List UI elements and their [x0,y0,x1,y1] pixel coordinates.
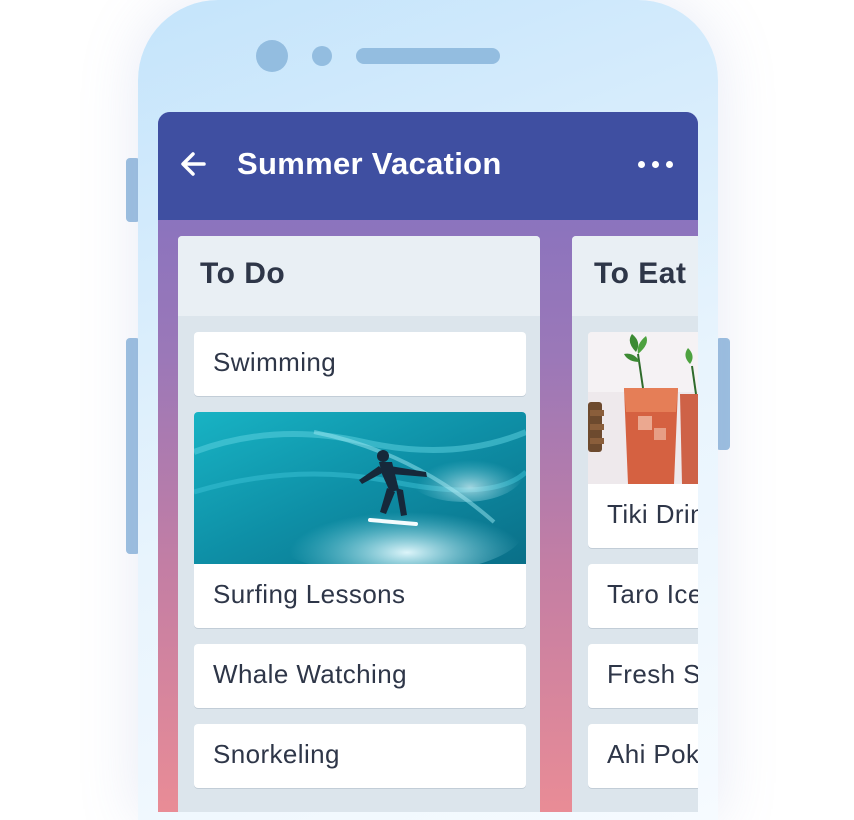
list-header: To Do [178,236,540,316]
list-header: To Eat [572,236,698,316]
phone-speaker [356,48,500,64]
card-snorkeling[interactable]: Snorkeling [194,724,526,788]
list-to-eat: To Eat Tiki Drin Taro Ice Fresh S Ahi Po… [572,236,698,812]
card-label: Swimming [213,347,337,377]
card-surfing-lessons[interactable]: Surfing Lessons [194,412,526,628]
card-label: Ahi Poke [607,739,698,769]
card-label: Whale Watching [213,659,407,689]
list-title: To Eat [594,257,687,290]
list-title: To Do [200,257,286,290]
card-ahi-poke[interactable]: Ahi Poke [588,724,698,788]
phone-camera [256,40,288,72]
board-screen: Summer Vacation To Do Swimming Surfing L… [158,112,698,812]
card-label: Taro Ice Cream [607,579,698,609]
card-label: Snorkeling [213,739,340,769]
card-label: Fresh Sushi [607,659,698,689]
card-swimming[interactable]: Swimming [194,332,526,396]
arrow-left-icon[interactable] [178,149,208,179]
board-header: Summer Vacation [158,112,698,220]
phone-power-button [716,338,730,450]
board-title: Summer Vacation [237,146,502,181]
card-whale-watching[interactable]: Whale Watching [194,644,526,708]
card-tiki-drinks[interactable]: Tiki Drinks [588,332,698,548]
more-horizontal-icon[interactable] [636,156,676,172]
surfer-photo [194,412,526,564]
card-fresh-sushi[interactable]: Fresh Sushi [588,644,698,708]
card-label: Tiki Drinks [607,499,698,529]
phone-sensor [312,46,332,66]
list-todo: To Do Swimming Surfing Lessons Whale Wat… [178,236,540,812]
drinks-photo [588,332,698,484]
card-label: Surfing Lessons [213,579,406,609]
card-taro-ice-cream[interactable]: Taro Ice Cream [588,564,698,628]
